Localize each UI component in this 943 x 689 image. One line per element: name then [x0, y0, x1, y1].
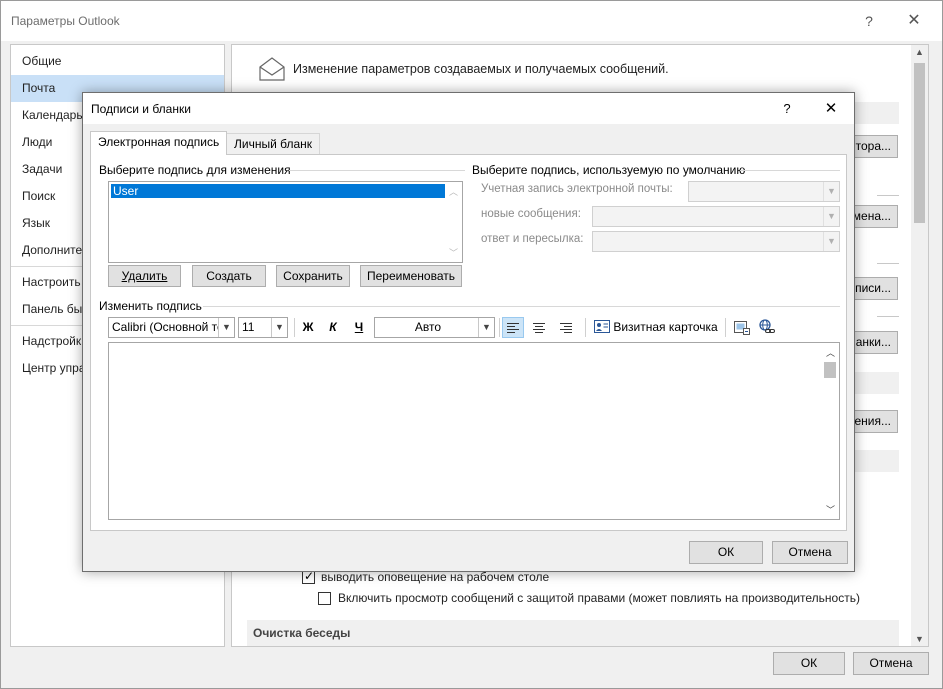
- dialog-title-bar: Подписи и бланки ? ✕: [83, 93, 854, 124]
- dialog-cancel-button[interactable]: Отмена: [772, 541, 848, 564]
- business-card-button[interactable]: Визитная карточка: [594, 317, 718, 338]
- content-scrollbar[interactable]: ▲ ▼: [911, 45, 928, 646]
- delete-signature-button[interactable]: Удалить: [108, 265, 181, 287]
- underline-button[interactable]: Ч: [348, 317, 370, 338]
- section-divider: [877, 316, 899, 317]
- desktop-alert-checkbox[interactable]: [302, 569, 315, 584]
- chevron-down-icon[interactable]: ﹀: [445, 246, 462, 259]
- chevron-down-icon: ▼: [823, 207, 839, 226]
- chevron-down-icon: ▼: [218, 318, 234, 337]
- signature-editor[interactable]: ︿ ﹀: [108, 342, 840, 520]
- tab-personal-stationery[interactable]: Личный бланк: [226, 133, 321, 155]
- align-center-button[interactable]: [528, 317, 550, 338]
- dialog-title: Подписи и бланки: [91, 102, 191, 116]
- new-messages-label: новые сообщения:: [481, 208, 581, 220]
- signature-list-scrollbar[interactable]: ︿ ﹀: [445, 182, 462, 262]
- conversation-cleanup-heading: Очистка беседы: [253, 626, 351, 640]
- group-divider: [740, 170, 840, 171]
- outer-window-title: Параметры Outlook: [11, 14, 120, 28]
- toolbar-separator: [294, 318, 295, 337]
- section-divider: [877, 195, 899, 196]
- align-center-icon: [533, 323, 545, 333]
- envelope-icon: [257, 55, 287, 83]
- default-signature-label: Выберите подпись, используемую по умолча…: [472, 163, 746, 177]
- chevron-down-icon[interactable]: ﹀: [822, 503, 839, 516]
- font-size-value: 11: [242, 320, 255, 334]
- group-divider: [289, 170, 465, 171]
- align-right-icon: [560, 323, 572, 333]
- outer-cancel-button[interactable]: Отмена: [853, 652, 929, 675]
- conversation-cleanup-section: Очистка беседы: [247, 620, 899, 646]
- chevron-up-icon[interactable]: ︿: [822, 346, 839, 359]
- chevron-down-icon: ▼: [823, 232, 839, 251]
- font-color-value: Авто: [414, 320, 442, 334]
- chevron-down-icon: ▼: [478, 318, 494, 337]
- font-size-select[interactable]: 11 ▼: [238, 317, 288, 338]
- replies-forwards-select[interactable]: ▼: [592, 231, 840, 252]
- outer-help-button[interactable]: ?: [855, 9, 883, 33]
- dialog-help-button[interactable]: ?: [776, 98, 798, 120]
- scroll-up-icon[interactable]: ▲: [911, 47, 928, 57]
- dialog-ok-button[interactable]: ОК: [689, 541, 763, 564]
- italic-button[interactable]: К: [322, 317, 344, 338]
- font-color-select[interactable]: Авто ▼: [374, 317, 495, 338]
- create-signature-button[interactable]: Создать: [192, 265, 266, 287]
- section-divider: [877, 263, 899, 264]
- delete-label: Удалить: [121, 269, 168, 283]
- align-right-button[interactable]: [555, 317, 577, 338]
- toolbar-separator: [725, 318, 726, 337]
- signatures-dialog: Подписи и бланки ? ✕ Электронная подпись…: [82, 92, 855, 572]
- align-left-icon: [507, 323, 519, 333]
- scroll-thumb[interactable]: [914, 63, 925, 223]
- font-select[interactable]: Calibri (Основной текст) ▼: [108, 317, 235, 338]
- nav-item-general[interactable]: Общие: [11, 48, 224, 75]
- insert-picture-button[interactable]: [731, 317, 753, 338]
- outer-ok-button[interactable]: ОК: [773, 652, 845, 675]
- picture-icon: [734, 321, 750, 335]
- group-divider: [203, 306, 840, 307]
- irm-preview-checkbox[interactable]: [318, 592, 331, 605]
- dialog-close-button[interactable]: ✕: [819, 98, 843, 120]
- tab-email-signature[interactable]: Электронная подпись: [90, 131, 228, 155]
- bold-button[interactable]: Ж: [297, 317, 319, 338]
- email-account-label: Учетная запись электронной почты:: [481, 183, 673, 195]
- signature-list[interactable]: User ︿ ﹀: [108, 181, 463, 263]
- toolbar-separator: [499, 318, 500, 337]
- toolbar-separator: [585, 318, 586, 337]
- content-header-text: Изменение параметров создаваемых и получ…: [293, 62, 669, 76]
- align-left-button[interactable]: [502, 317, 524, 338]
- email-signature-panel: Выберите подпись для изменения User ︿ ﹀ …: [90, 154, 847, 531]
- hyperlink-icon: [759, 319, 775, 333]
- rename-signature-button[interactable]: Переименовать: [360, 265, 462, 287]
- chevron-down-icon: ▼: [823, 182, 839, 201]
- scroll-down-icon[interactable]: ▼: [911, 634, 928, 644]
- editor-scrollbar[interactable]: ︿ ﹀: [822, 343, 839, 519]
- insert-hyperlink-button[interactable]: [756, 317, 778, 338]
- font-value: Calibri (Основной текст): [112, 320, 235, 334]
- outer-close-button[interactable]: ✕: [900, 9, 928, 33]
- irm-preview-label: Включить просмотр сообщений с защитой пр…: [338, 591, 860, 605]
- signature-list-item[interactable]: User: [111, 184, 445, 198]
- outer-title-bar: Параметры Outlook ? ✕: [1, 1, 942, 41]
- chevron-up-icon[interactable]: ︿: [445, 185, 462, 198]
- business-card-label: Визитная карточка: [613, 320, 718, 334]
- business-card-icon: [594, 320, 610, 333]
- desktop-alert-label: выводить оповещение на рабочем столе: [321, 570, 550, 584]
- select-signature-label: Выберите подпись для изменения: [99, 163, 291, 177]
- email-account-select[interactable]: ▼: [688, 181, 840, 202]
- editor-scroll-thumb[interactable]: [824, 362, 836, 378]
- edit-signature-label: Изменить подпись: [99, 299, 202, 313]
- chevron-down-icon: ▼: [271, 318, 287, 337]
- save-signature-button[interactable]: Сохранить: [276, 265, 350, 287]
- new-messages-select[interactable]: ▼: [592, 206, 840, 227]
- replies-label: ответ и пересылка:: [481, 233, 584, 245]
